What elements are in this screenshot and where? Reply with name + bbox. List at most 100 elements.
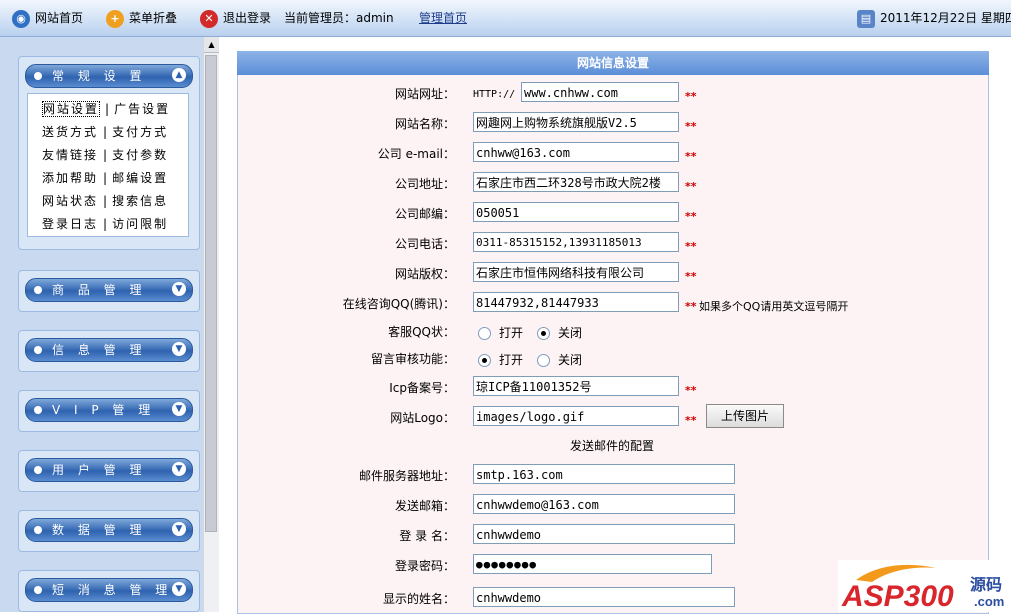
bullet-icon — [34, 466, 42, 474]
login-name-input[interactable]: cnhwwdemo — [473, 524, 735, 544]
sender-email-input[interactable]: cnhwwdemo@163.com — [473, 494, 735, 514]
panel-header-info[interactable]: 信 息 管 理 ▼ — [25, 338, 193, 362]
display-name-input[interactable]: cnhwwdemo — [473, 587, 735, 607]
panel-header-vip[interactable]: V I P 管 理 ▼ — [25, 398, 193, 422]
review-close-radio[interactable] — [537, 354, 551, 367]
expand-down-icon[interactable]: ▼ — [172, 582, 186, 596]
menu-item-access-limit[interactable]: 访问限制 — [112, 217, 168, 231]
menu-item-postcode-settings[interactable]: 邮编设置 — [112, 171, 168, 185]
asp300-logo: ASP300 源码 .com — [838, 560, 1011, 613]
required-mark: ** — [685, 300, 697, 313]
bullet-icon — [34, 586, 42, 594]
expand-down-icon[interactable]: ▼ — [172, 282, 186, 296]
menu-item-site-status[interactable]: 网站状态 — [42, 194, 98, 208]
panel-info-management[interactable]: 信 息 管 理 ▼ — [18, 330, 200, 372]
top-toolbar: ◉ 网站首页 + 菜单折叠 ✕ 退出登录 当前管理员：admin 管理首页 ▤ 2011… — [0, 0, 1011, 37]
panel-header-products[interactable]: 商 品 管 理 ▼ — [25, 278, 193, 302]
menu-item-login-log[interactable]: 登录日志 — [42, 217, 98, 231]
plus-icon: + — [106, 9, 124, 28]
panel-header-users[interactable]: 用 户 管 理 ▼ — [25, 458, 193, 482]
qq-status-close-radio[interactable] — [537, 327, 551, 340]
email-label: 公司 e-mail： — [377, 147, 455, 161]
review-radio-group: 打开 关闭 — [478, 351, 582, 368]
bullet-icon — [34, 406, 42, 414]
postcode-label: 公司邮编： — [394, 207, 455, 221]
expand-down-icon[interactable]: ▼ — [172, 402, 186, 416]
logo-input[interactable]: images/logo.gif — [473, 406, 679, 426]
menu-item-site-settings[interactable]: 网站设置 — [42, 101, 101, 117]
site-name-input[interactable]: 网趣网上购物系统旗舰版V2.5 — [473, 112, 679, 132]
menu-row: 网站状态 | 搜索信息 — [42, 194, 169, 208]
copyright-input[interactable]: 石家庄市恒伟网络科技有限公司 — [473, 262, 679, 282]
site-url-label: 网站网址： — [394, 87, 455, 101]
mail-section-title: 发送邮件的配置 — [570, 439, 655, 453]
required-mark: ** — [685, 210, 697, 223]
postcode-input[interactable]: 050051 — [473, 202, 679, 222]
upload-image-button[interactable]: 上传图片 — [706, 404, 784, 428]
logo-label: 网站Logo： — [390, 411, 455, 425]
sidebar-scrollbar[interactable]: ▲ — [203, 37, 219, 612]
bullet-icon — [34, 286, 42, 294]
scroll-up-icon[interactable]: ▲ — [204, 37, 219, 53]
qq-status-open-radio[interactable] — [478, 327, 491, 340]
menu-item-friend-links[interactable]: 友情链接 — [42, 148, 98, 162]
expand-down-icon[interactable]: ▼ — [172, 522, 186, 536]
menu-item-search-info[interactable]: 搜索信息 — [112, 194, 168, 208]
logo-domain: .com — [974, 594, 1004, 609]
qq-status-radio-group: 打开 关闭 — [478, 324, 582, 341]
login-name-label: 登 录 名： — [399, 529, 455, 543]
calendar-icon: ▤ — [857, 9, 875, 28]
panel-data-management[interactable]: 数 据 管 理 ▼ — [18, 510, 200, 552]
smtp-label: 邮件服务器地址： — [358, 469, 455, 483]
password-input[interactable]: ●●●●●●●● — [473, 554, 712, 574]
qq-input[interactable]: 81447932,81447933 — [473, 292, 679, 312]
email-input[interactable]: cnhww@163.com — [473, 142, 679, 162]
site-url-input[interactable]: www.cnhww.com — [521, 82, 679, 102]
qq-label: 在线咨询QQ(腾讯)： — [342, 297, 455, 311]
required-mark: ** — [685, 414, 697, 427]
panel-header-messages[interactable]: 短 消 息 管 理 ▼ — [25, 578, 193, 602]
logout-link[interactable]: ✕ 退出登录 — [200, 9, 271, 28]
menu-item-shipping[interactable]: 送货方式 — [42, 125, 98, 139]
sender-email-label: 发送邮箱： — [394, 499, 455, 513]
required-mark: ** — [685, 384, 697, 397]
site-name-label: 网站名称： — [394, 117, 455, 131]
qq-status-label: 客服QQ状： — [388, 325, 455, 339]
panel-user-management[interactable]: 用 户 管 理 ▼ — [18, 450, 200, 492]
required-mark: ** — [685, 270, 697, 283]
collapse-up-icon[interactable]: ▲ — [172, 68, 186, 82]
general-settings-menu: 网站设置 | 广告设置 送货方式 | 支付方式 友情链接 | 支付参数 添加帮助 | 邮编设置 … — [27, 93, 189, 237]
panel-vip-management[interactable]: V I P 管 理 ▼ — [18, 390, 200, 432]
menu-row: 添加帮助 | 邮编设置 — [42, 171, 169, 185]
phone-input[interactable]: 0311-85315152,13931185013 — [473, 232, 679, 252]
panel-product-management[interactable]: 商 品 管 理 ▼ — [18, 270, 200, 312]
address-input[interactable]: 石家庄市西二环328号市政大院2楼 — [473, 172, 679, 192]
review-label: 留言审核功能： — [370, 352, 455, 366]
menu-row: 网站设置 | 广告设置 — [42, 101, 171, 117]
collapse-menu-link[interactable]: + 菜单折叠 — [106, 9, 177, 28]
panel-general-settings: 常 规 设 置 ▲ 网站设置 | 广告设置 送货方式 | 支付方式 友情链接 | 支付参数 … — [18, 56, 200, 250]
menu-item-add-help[interactable]: 添加帮助 — [42, 171, 98, 185]
home-link[interactable]: ◉ 网站首页 — [12, 9, 83, 28]
icp-input[interactable]: 琼ICP备11001352号 — [473, 376, 679, 396]
menu-item-ad-settings[interactable]: 广告设置 — [114, 102, 170, 116]
bullet-icon — [34, 346, 42, 354]
menu-item-payment-methods[interactable]: 支付方式 — [112, 125, 168, 139]
panel-message-management[interactable]: 短 消 息 管 理 ▼ — [18, 570, 200, 612]
admin-home-link[interactable]: 管理首页 — [419, 9, 467, 27]
smtp-input[interactable]: smtp.163.com — [473, 464, 735, 484]
logo-tag: 源码 — [970, 575, 1002, 594]
menu-row: 送货方式 | 支付方式 — [42, 125, 169, 139]
review-open-radio[interactable] — [478, 354, 491, 367]
date-display: ▤ 2011年12月22日 星期四 — [857, 9, 1011, 28]
expand-down-icon[interactable]: ▼ — [172, 462, 186, 476]
site-url-prefix: HTTP:// — [473, 89, 516, 100]
menu-item-payment-params[interactable]: 支付参数 — [112, 148, 168, 162]
qq-hint: 如果多个QQ请用英文逗号隔开 — [699, 300, 849, 313]
panel-header-general[interactable]: 常 规 设 置 ▲ — [25, 64, 193, 88]
expand-down-icon[interactable]: ▼ — [172, 342, 186, 356]
close-icon: ✕ — [200, 9, 218, 28]
menu-row: 友情链接 | 支付参数 — [42, 148, 169, 162]
scrollbar-thumb[interactable] — [205, 55, 217, 532]
panel-header-data[interactable]: 数 据 管 理 ▼ — [25, 518, 193, 542]
